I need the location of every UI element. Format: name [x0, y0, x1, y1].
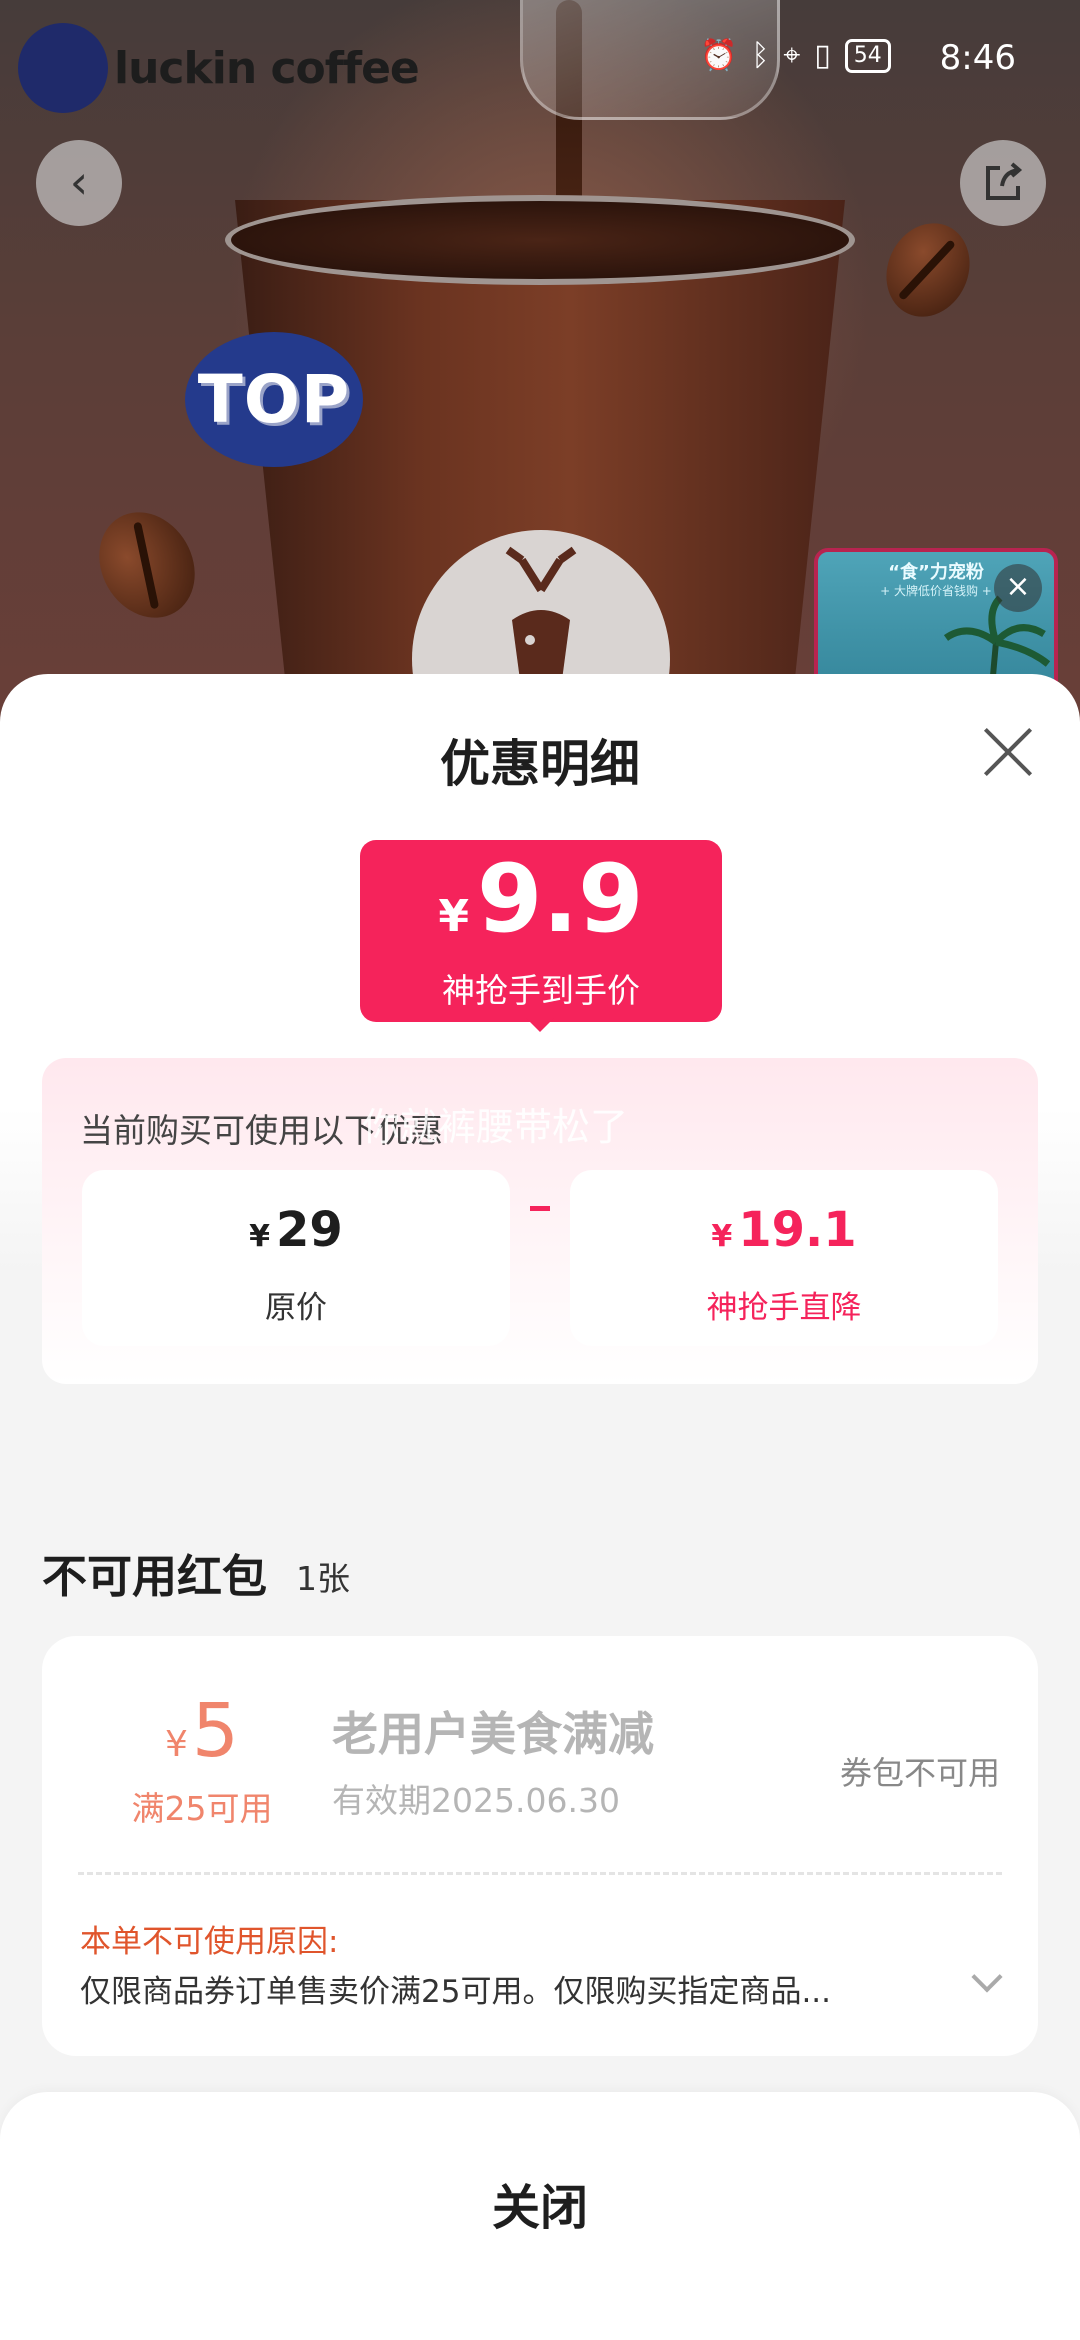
- chevron-down-icon[interactable]: [971, 1961, 1003, 1993]
- dashed-divider: [78, 1872, 1002, 1875]
- final-price: 9.9: [477, 845, 644, 954]
- discount-panel: 当前购买可使用以下优惠 你就裤腰带松了 ¥29 原价 ¥19.1 神抢手直降: [42, 1058, 1038, 1384]
- unavailable-count: 1张: [296, 1559, 350, 1598]
- bluetooth-icon: ᛒ: [751, 38, 770, 73]
- back-button[interactable]: ‹: [36, 140, 122, 226]
- reason-text: 仅限商品券订单售卖价满25可用。仅限购买指定商品...: [80, 1974, 832, 2010]
- share-button[interactable]: [960, 140, 1046, 226]
- coupon-name: 老用户美食满减: [332, 1707, 654, 1761]
- status-bar: luckin coffee ⏰ ᛒ ⌖ ▯ 54 8:46: [0, 0, 1080, 120]
- coupon-validity: 有效期2025.06.30: [332, 1781, 620, 1820]
- currency-symbol: ¥: [438, 891, 470, 942]
- coupon-amount: ¥5: [122, 1688, 282, 1774]
- coupon-card[interactable]: ¥5 满25可用 老用户美食满减 有效期2025.06.30 券包不可用 本单不…: [42, 1636, 1038, 2056]
- coffee-bean-icon: [80, 494, 214, 636]
- vibrate-icon: ▯: [814, 38, 831, 73]
- reduction-amount: 19.1: [738, 1202, 857, 1258]
- clock: 8:46: [939, 38, 1016, 78]
- reduction-label: 神抢手直降: [706, 1290, 862, 1326]
- coupon-status: 券包不可用: [839, 1754, 1000, 1792]
- final-price-label: 神抢手到手价: [442, 971, 640, 1010]
- minus-sign: [530, 1206, 550, 1211]
- system-icons: ⏰ ᛒ ⌖ ▯ 54: [700, 38, 905, 73]
- promo-close-button[interactable]: ×: [994, 564, 1042, 612]
- sheet-footer: 关闭: [0, 2092, 1080, 2340]
- currency-symbol: ¥: [249, 1219, 271, 1254]
- battery-indicator: 54: [844, 38, 891, 73]
- chevron-left-icon: ‹: [69, 155, 89, 209]
- original-price-cell: ¥29 原价: [82, 1170, 510, 1346]
- location-icon: ⌖: [783, 38, 801, 73]
- coupon-value: 5: [191, 1688, 239, 1774]
- original-price-label: 原价: [265, 1290, 327, 1326]
- sheet-title: 优惠明细: [440, 735, 640, 793]
- currency-symbol: ¥: [711, 1219, 733, 1254]
- top-badge: TOP: [185, 332, 363, 467]
- price-pointer: [526, 1018, 554, 1032]
- reason-title: 本单不可使用原因:: [80, 1924, 339, 1960]
- cup-rim: [225, 195, 855, 285]
- unavailable-section-title: 不可用红包: [42, 1550, 268, 1603]
- reduction-cell: ¥19.1 神抢手直降: [570, 1170, 998, 1346]
- overlay-text: 你就裤腰带松了: [362, 1105, 629, 1149]
- brand: luckin coffee: [18, 18, 420, 118]
- original-price: 29: [276, 1202, 343, 1258]
- brand-name: luckin coffee: [114, 42, 420, 94]
- luckin-logo-icon: [18, 23, 108, 113]
- share-icon: [986, 162, 1023, 200]
- alarm-icon: ⏰: [700, 38, 738, 73]
- close-icon[interactable]: [980, 724, 1036, 780]
- final-price-box: ¥ 9.9 神抢手到手价: [360, 840, 722, 1022]
- coupon-condition: 满25可用: [131, 1789, 273, 1828]
- currency-symbol: ¥: [165, 1724, 188, 1765]
- discount-detail-sheet: 优惠明细 ¥ 9.9 神抢手到手价 当前购买可使用以下优惠 你就裤腰带松了 ¥2…: [0, 674, 1080, 2340]
- close-button[interactable]: 关闭: [340, 2168, 740, 2238]
